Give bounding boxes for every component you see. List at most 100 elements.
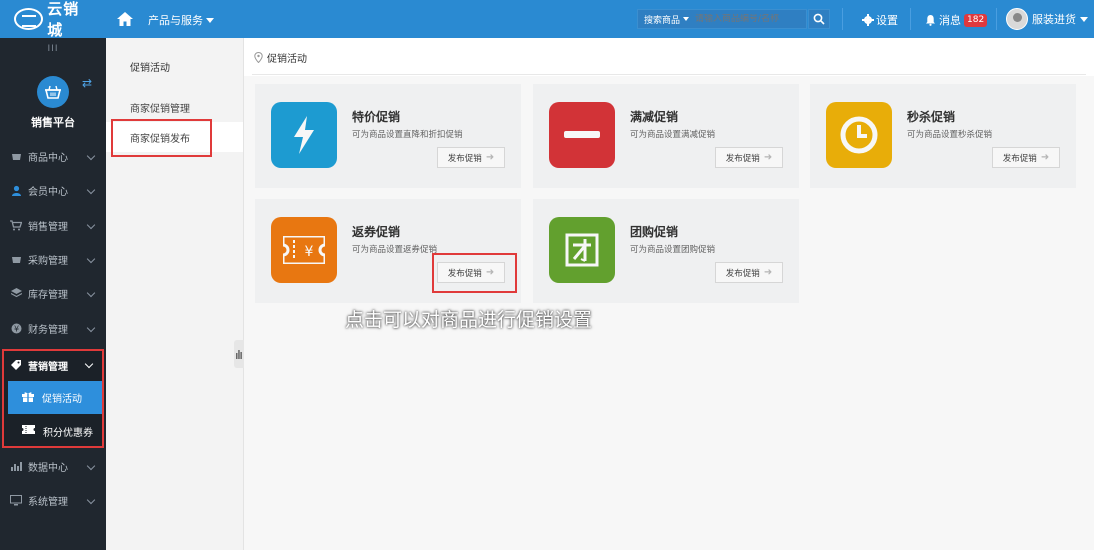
sidebar-collapse-toggle[interactable]: III — [0, 38, 106, 60]
promo-card-special-price: 特价促销 可为商品设置直降和折扣促销 发布促销 ➜ — [255, 84, 521, 188]
products-services-menu[interactable]: 产品与服务 — [148, 12, 214, 28]
chevron-down-icon — [86, 323, 96, 333]
divider — [252, 74, 1086, 75]
svg-text:¥: ¥ — [305, 244, 314, 260]
promo-card-title: 特价促销 — [352, 110, 401, 124]
sidebar: III ⇄ 销售平台 商品中心 会员中心 销售管理 采购管理 库存管理 ¥ 财务… — [0, 38, 106, 550]
publish-promotion-button[interactable]: 发布促销 ➜ — [437, 262, 505, 283]
publish-promotion-label: 发布促销 — [1002, 153, 1037, 164]
chevron-down-icon — [84, 359, 94, 369]
coupon-icon: ¥ — [271, 217, 337, 283]
user-menu[interactable]: 服装进货 — [1006, 8, 1088, 30]
publish-promotion-label: 发布促销 — [725, 268, 760, 279]
chevron-down-icon — [86, 495, 96, 505]
gear-icon — [862, 14, 874, 26]
arrow-right-icon: ➜ — [763, 267, 773, 278]
main-content: 促销活动 特价促销 可为商品设置直降和折扣促销 发布促销 ➜ 满减促销 可为商品设… — [244, 38, 1094, 550]
bar-chart-icon — [10, 460, 22, 472]
promo-card-desc: 可为商品设置满减促销 — [630, 130, 716, 140]
clock-icon — [826, 102, 892, 168]
publish-promotion-button[interactable]: 发布促销 ➜ — [437, 147, 505, 168]
secondary-nav-item-manage[interactable]: 商家促销管理 — [106, 92, 243, 122]
publish-promotion-label: 发布促销 — [447, 268, 482, 279]
secondary-nav-title: 促销活动 — [130, 63, 170, 74]
sidebar-item-product-center[interactable]: 商品中心 — [0, 139, 106, 173]
chevron-down-icon — [86, 461, 96, 471]
chevron-down-icon — [86, 185, 96, 195]
sidebar-item-marketing-management[interactable]: 营销管理 — [4, 351, 102, 379]
sidebar-subitem-promotions[interactable]: 促销活动 — [8, 381, 102, 414]
user-icon — [10, 184, 22, 196]
promo-card-title: 返券促销 — [352, 225, 401, 239]
search-icon — [813, 13, 825, 25]
group-icon — [549, 217, 615, 283]
sidebar-item-inventory-management[interactable]: 库存管理 — [0, 276, 106, 310]
sidebar-item-label: 系统管理 — [28, 496, 68, 508]
promo-card-desc: 可为商品设置秒杀促销 — [907, 130, 993, 140]
promo-card-title: 秒杀促销 — [907, 110, 956, 124]
cart-icon — [10, 219, 22, 231]
logo-text: 云销城 — [47, 0, 80, 39]
sidebar-item-label: 会员中心 — [28, 186, 68, 198]
bar-chart-icon — [236, 350, 242, 359]
chevron-down-icon — [86, 151, 96, 161]
gift-icon — [22, 391, 34, 405]
svg-text:¥: ¥ — [13, 324, 18, 333]
sidebar-item-purchase-management[interactable]: 采购管理 — [0, 242, 106, 276]
chevron-down-icon — [1080, 16, 1088, 22]
sidebar-item-label: 财务管理 — [28, 324, 68, 336]
promo-card-full-reduction: 满减促销 可为商品设置满减促销 发布促销 ➜ — [533, 84, 799, 188]
secondary-nav-item-publish[interactable]: 商家促销发布 — [106, 122, 243, 152]
minus-icon — [549, 102, 615, 168]
search-type-select[interactable]: 搜索商品 — [638, 13, 695, 26]
ticket-icon — [22, 425, 35, 437]
swap-icon[interactable]: ⇄ — [82, 76, 92, 90]
bell-icon — [926, 15, 935, 26]
panel-collapse-handle[interactable] — [234, 340, 244, 368]
sidebar-subitem-label: 积分优惠券 — [43, 427, 93, 439]
search-button[interactable] — [808, 9, 830, 29]
sidebar-group-marketing: 营销管理 促销活动 积分优惠券 — [2, 349, 104, 448]
search-input[interactable] — [695, 14, 806, 24]
secondary-nav-item-label: 商家促销发布 — [130, 133, 190, 145]
sidebar-item-finance-management[interactable]: ¥ 财务管理 — [0, 311, 106, 345]
chevron-down-icon — [86, 254, 96, 264]
promo-card-desc: 可为商品设置返券促销 — [352, 245, 438, 255]
promo-card-title: 团购促销 — [630, 225, 679, 239]
publish-promotion-button[interactable]: 发布促销 ➜ — [715, 147, 783, 168]
sidebar-item-system-management[interactable]: 系统管理 — [0, 483, 106, 517]
layers-icon — [10, 287, 22, 299]
sidebar-item-label: 采购管理 — [28, 255, 68, 267]
promo-card-desc: 可为商品设置团购促销 — [630, 245, 716, 255]
sidebar-item-data-center[interactable]: 数据中心 — [0, 449, 106, 483]
sidebar-subitem-points-coupons[interactable]: 积分优惠券 — [8, 416, 102, 446]
sidebar-item-label: 库存管理 — [28, 289, 68, 301]
promo-card-flash-sale: 秒杀促销 可为商品设置秒杀促销 发布促销 ➜ — [810, 84, 1076, 188]
divider — [996, 8, 997, 30]
secondary-nav-item-label: 商家促销管理 — [130, 103, 190, 115]
messages-button[interactable]: 消息 182 — [925, 12, 988, 28]
sidebar-item-member-center[interactable]: 会员中心 — [0, 173, 106, 207]
messages-count-badge: 182 — [964, 13, 988, 27]
arrow-right-icon: ➜ — [485, 152, 495, 163]
home-icon[interactable] — [116, 10, 134, 28]
basket-icon — [37, 76, 69, 108]
yen-icon: ¥ — [10, 322, 22, 334]
arrow-right-icon: ➜ — [763, 152, 773, 163]
publish-promotion-button[interactable]: 发布促销 ➜ — [992, 147, 1060, 168]
monitor-icon — [10, 494, 22, 506]
user-name: 服装进货 — [1032, 13, 1076, 26]
basket-icon — [10, 253, 22, 265]
publish-promotion-button[interactable]: 发布促销 ➜ — [715, 262, 783, 283]
settings-button[interactable]: 设置 — [862, 12, 898, 28]
sidebar-item-sales-management[interactable]: 销售管理 — [0, 208, 106, 242]
promo-card-coupon-return: ¥ 返券促销 可为商品设置返券促销 发布促销 ➜ — [255, 199, 521, 303]
logo[interactable]: 云销城 — [14, 0, 94, 39]
promo-card-title: 满减促销 — [630, 110, 679, 124]
location-pin-icon — [254, 52, 263, 63]
chevron-down-icon — [86, 288, 96, 298]
divider — [842, 8, 843, 30]
platform-name: 销售平台 — [31, 116, 75, 129]
chevron-down-icon — [683, 17, 690, 21]
tag-icon — [10, 359, 22, 371]
